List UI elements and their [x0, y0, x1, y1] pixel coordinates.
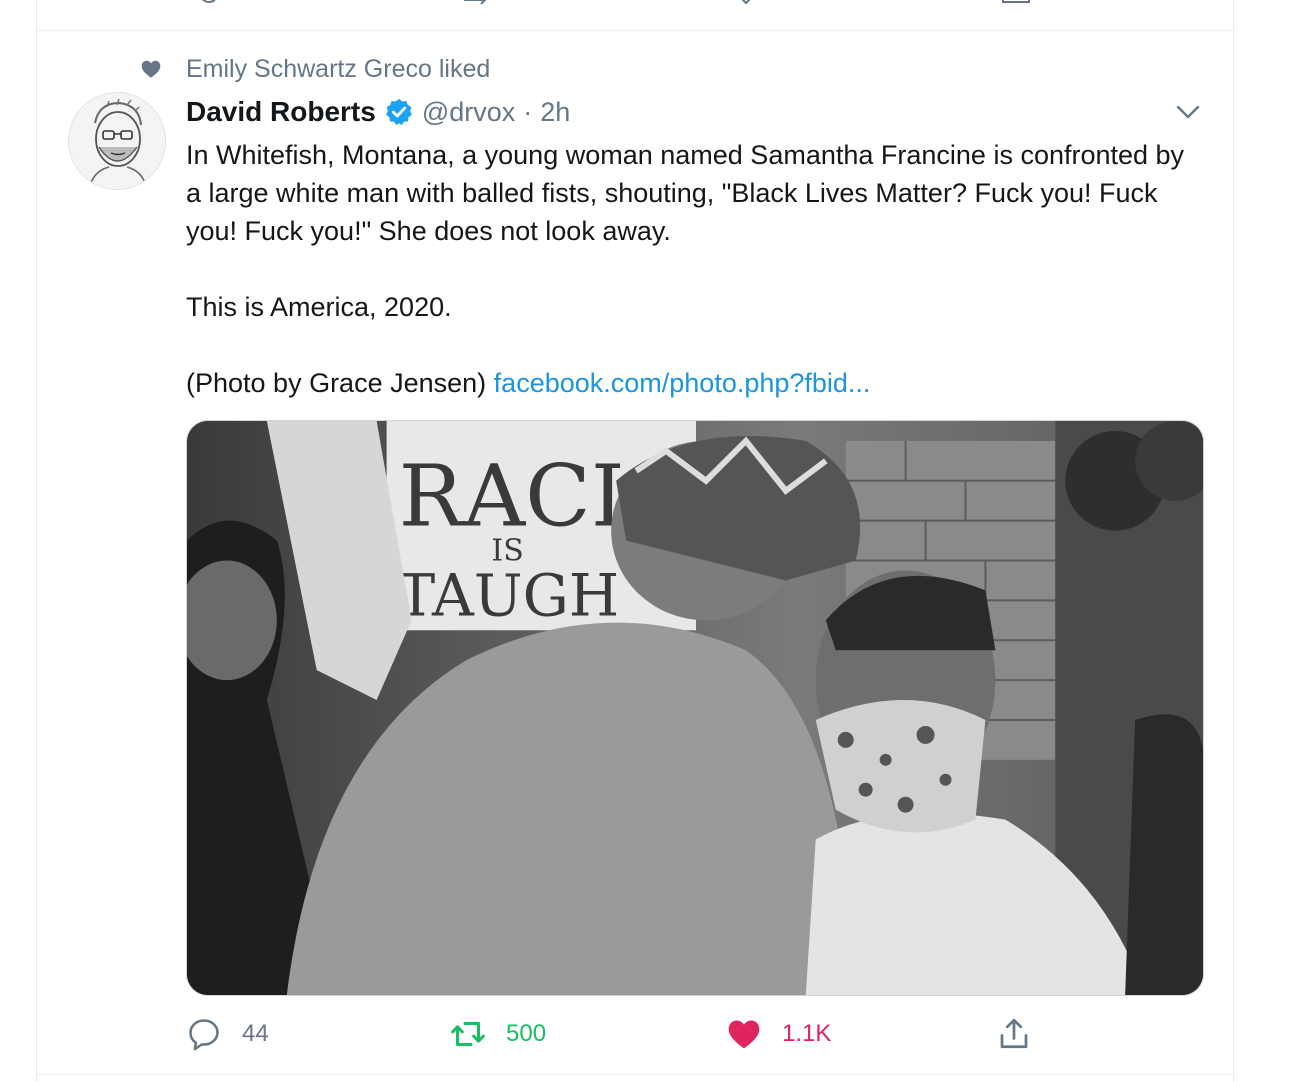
social-context-text: Emily Schwartz Greco liked: [186, 54, 491, 83]
photo-illustration: RACIS IS TAUGH: [187, 421, 1203, 995]
heart-icon: [141, 60, 161, 78]
share-icon[interactable]: [1001, 0, 1031, 6]
like-count: 1.1K: [782, 1020, 832, 1047]
avatar[interactable]: [68, 92, 166, 190]
like-button[interactable]: 1.1K: [726, 1012, 831, 1056]
retweet-button[interactable]: 500: [450, 1012, 546, 1056]
previous-tweet-actions: [37, 0, 1233, 31]
share-icon: [1000, 1018, 1028, 1049]
share-button[interactable]: [996, 1012, 1052, 1056]
heart-filled-icon: [728, 1020, 760, 1049]
tweet-actions: 44 500 1.1K: [186, 1012, 1196, 1056]
timestamp[interactable]: 2h: [540, 97, 570, 128]
retweet-icon: [451, 1022, 485, 1046]
retweet-icon[interactable]: [461, 0, 491, 6]
photo-credit: (Photo by Grace Jensen): [186, 368, 487, 398]
author-name[interactable]: David Roberts: [186, 96, 376, 128]
retweet-count: 500: [506, 1020, 547, 1047]
tweet-paragraph: This is America, 2020.: [186, 292, 452, 322]
avatar-illustration: [69, 93, 165, 189]
sign-text: TAUGH: [397, 561, 620, 629]
verified-badge-icon: [385, 98, 412, 125]
social-context[interactable]: Emily Schwartz Greco liked: [140, 54, 491, 83]
author-handle[interactable]: @drvox: [422, 97, 515, 128]
reply-icon[interactable]: [195, 0, 225, 6]
heart-icon[interactable]: [731, 0, 761, 6]
reply-button[interactable]: 44: [186, 1012, 269, 1056]
tweet-link[interactable]: facebook.com/photo.php?fbid...: [494, 368, 871, 398]
reply-count: 44: [242, 1020, 269, 1047]
reply-icon: [189, 1019, 219, 1051]
separator-dot: ·: [523, 96, 533, 127]
tweet-text: In Whitefish, Montana, a young woman nam…: [186, 136, 1196, 402]
tweet-paragraph: In Whitefish, Montana, a young woman nam…: [186, 140, 1185, 246]
tweet-paragraph: (Photo by Grace Jensen) facebook.com/pho…: [186, 364, 1196, 402]
chevron-down-icon[interactable]: [1172, 100, 1204, 126]
tweet-divider: [37, 1074, 1233, 1075]
tweet-photo[interactable]: RACIS IS TAUGH: [186, 420, 1204, 996]
tweet-header: David Roberts @drvox · 2h: [186, 94, 570, 130]
